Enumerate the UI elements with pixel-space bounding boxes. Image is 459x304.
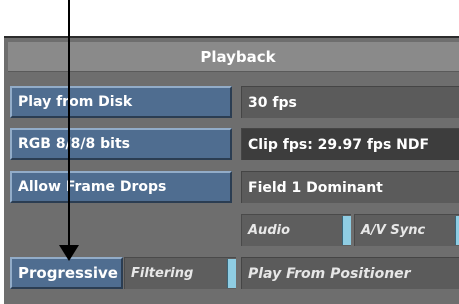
av-sync-label: A/V Sync — [361, 223, 426, 238]
panel-title: Playback — [8, 42, 459, 72]
filtering-indicator — [227, 259, 236, 288]
allow-frame-drops-button[interactable]: Allow Frame Drops — [10, 171, 232, 203]
filtering-toggle[interactable]: Filtering — [124, 257, 236, 289]
clip-fps-field: Clip fps: 29.97 fps NDF — [241, 128, 459, 160]
arrow-head — [59, 245, 79, 261]
audio-label: Audio — [248, 223, 291, 238]
play-from-disk-button[interactable]: Play from Disk — [10, 86, 232, 118]
play-from-positioner-field[interactable]: Play From Positioner — [241, 257, 459, 289]
av-sync-toggle[interactable]: A/V Sync — [354, 214, 459, 246]
arrow-shaft — [68, 0, 70, 250]
progressive-button[interactable]: Progressive — [10, 257, 123, 289]
audio-indicator — [342, 216, 351, 245]
field-dominance-field[interactable]: Field 1 Dominant — [241, 171, 459, 203]
filtering-label: Filtering — [131, 266, 194, 281]
fps-field[interactable]: 30 fps — [241, 86, 459, 118]
av-sync-indicator — [455, 216, 459, 245]
rgb-bits-button[interactable]: RGB 8/8/8 bits — [10, 128, 232, 160]
audio-toggle[interactable]: Audio — [241, 214, 351, 246]
